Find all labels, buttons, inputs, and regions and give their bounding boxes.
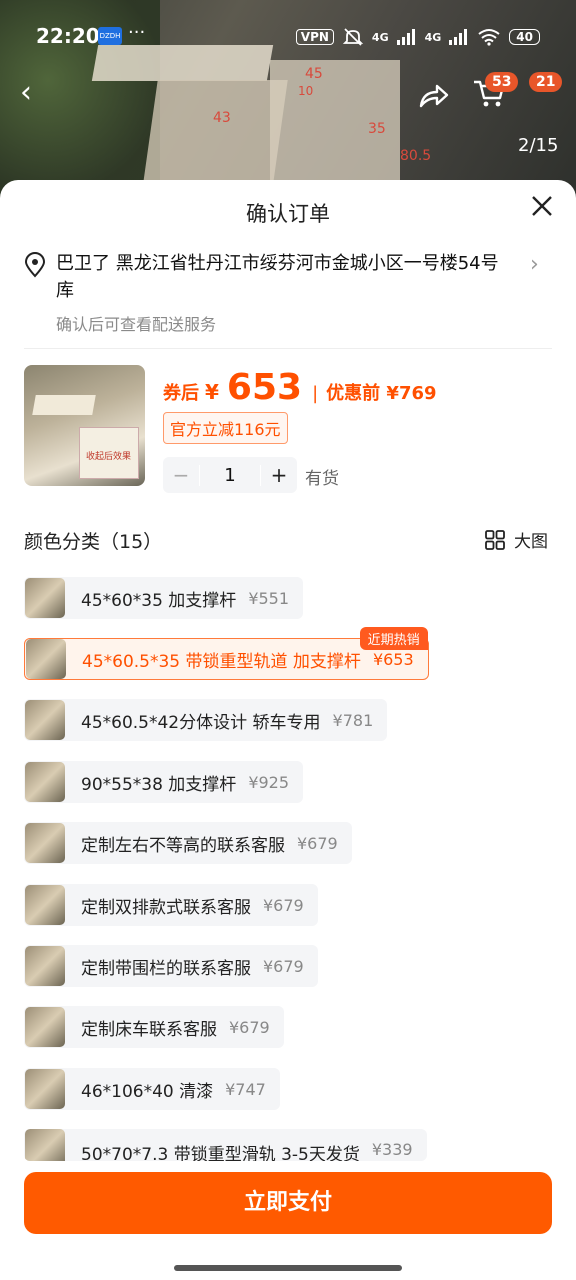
price-row: 券后 ¥ 653 | 优惠前 ¥769 <box>163 367 437 408</box>
variant-label: 90*55*38 加支撑杆 <box>81 774 237 795</box>
back-icon[interactable]: ‹ <box>20 78 50 110</box>
final-price: 653 <box>226 367 303 408</box>
dimension-label: 43 <box>213 110 231 126</box>
delivery-address[interactable]: 巴卫了 黑龙江省牡丹江市绥芬河市金城小区一号楼54号库 <box>56 250 506 304</box>
divider <box>24 348 552 349</box>
home-indicator[interactable] <box>174 1265 402 1271</box>
variant-label: 45*60.5*35 带锁重型轨道 加支撑杆 <box>82 651 361 672</box>
big-view-button[interactable]: 大图 <box>484 527 548 552</box>
variant-price: ¥339 <box>371 1140 413 1159</box>
status-time: 22:20 <box>36 24 100 48</box>
price-separator: | <box>312 383 319 404</box>
variant-price: ¥551 <box>248 588 290 608</box>
variant-thumbnail <box>25 1129 65 1161</box>
delivery-note: 确认后可查看配送服务 <box>56 315 217 334</box>
variant-label: 定制带围栏的联系客服 <box>81 958 251 979</box>
variant-price: ¥925 <box>248 772 290 792</box>
decrease-button[interactable]: − <box>163 463 199 487</box>
variant-price: ¥679 <box>263 956 304 976</box>
variant-thumbnail <box>25 1069 65 1109</box>
order-sheet: 确认订单 巴卫了 黑龙江省牡丹江市绥芬河市金城小区一号楼54号库 › 确认后可查… <box>0 180 576 1280</box>
status-indicators: VPN 4G 4G 40 <box>295 27 540 47</box>
thumb-table <box>32 395 96 415</box>
variant-option[interactable]: 50*70*7.3 带锁重型滑轨 3-5天发货 ¥339 <box>24 1129 427 1161</box>
quantity-stepper: − 1 + <box>163 457 297 493</box>
variant-thumbnail <box>25 946 65 986</box>
big-view-label: 大图 <box>514 532 548 552</box>
increase-button[interactable]: + <box>261 463 297 487</box>
variant-price: ¥747 <box>225 1079 266 1099</box>
signal-4g-icon: 4G <box>424 30 442 44</box>
location-pin-icon <box>24 252 46 278</box>
variant-thumbnail <box>25 700 65 740</box>
variant-option-selected[interactable]: 45*60.5*35 带锁重型轨道 加支撑杆 ¥653 近期热销 <box>24 627 429 680</box>
variant-label: 45*60.5*42分体设计 轿车专用 <box>81 712 321 733</box>
variant-price: ¥679 <box>263 895 304 915</box>
hot-sale-badge: 近期热销 <box>359 627 428 650</box>
quantity-value[interactable]: 1 <box>199 464 261 486</box>
battery-icon: 40 <box>509 29 540 45</box>
variant-label: 定制双排款式联系客服 <box>81 897 251 918</box>
dimension-label: 80.5 <box>400 148 432 164</box>
message-count-badge: 21 <box>529 72 563 92</box>
sheet-title: 确认订单 <box>246 202 330 226</box>
variant-label: 定制左右不等高的联系客服 <box>81 835 285 856</box>
variant-thumbnail <box>25 823 65 863</box>
cart-count-badge: 53 <box>485 72 519 92</box>
mute-icon <box>342 28 364 46</box>
app-notification-icon: DZDH <box>98 27 122 45</box>
pay-now-button[interactable]: 立即支付 <box>24 1172 552 1234</box>
variant-label: 45*60*35 加支撑杆 <box>81 590 237 611</box>
variant-price: ¥653 <box>372 649 414 669</box>
variant-price: ¥679 <box>297 833 338 853</box>
variant-option[interactable]: 90*55*38 加支撑杆 ¥925 <box>24 761 304 803</box>
variant-thumbnail <box>25 578 65 618</box>
variant-option[interactable]: 定制左右不等高的联系客服 ¥679 <box>24 822 352 864</box>
stock-status: 有货 <box>305 469 339 489</box>
dimension-label: 35 <box>368 121 386 137</box>
variant-option[interactable]: 定制带围栏的联系客服 ¥679 <box>24 945 318 987</box>
photo-box-left <box>142 80 288 190</box>
more-notifications-icon: ··· <box>128 22 146 43</box>
variant-section-title: 颜色分类（15） <box>24 531 163 553</box>
price-prefix: 券后 <box>163 383 199 404</box>
variant-thumbnail <box>26 639 66 679</box>
status-bar: 22:20 DZDH ··· VPN 4G 4G 40 <box>0 0 576 74</box>
vpn-icon: VPN <box>295 29 334 45</box>
thumb-caption: 收起后效果 <box>86 452 132 462</box>
original-price: 优惠前 ¥769 <box>326 383 437 404</box>
variant-price: ¥679 <box>229 1017 270 1037</box>
chevron-right-icon[interactable]: › <box>530 252 539 277</box>
variant-thumbnail <box>25 1007 65 1047</box>
product-thumbnail[interactable]: 收起后效果 <box>24 365 145 486</box>
variant-label: 定制床车联系客服 <box>81 1019 217 1040</box>
currency-symbol: ¥ <box>205 380 219 404</box>
variant-option[interactable]: 定制双排款式联系客服 ¥679 <box>24 884 318 926</box>
variant-option[interactable]: 46*106*40 清漆 ¥747 <box>24 1068 280 1110</box>
variant-option[interactable]: 45*60*35 加支撑杆 ¥551 <box>24 577 304 619</box>
signal-bars-icon <box>396 29 415 45</box>
signal-bars-icon <box>449 29 468 45</box>
variant-label: 46*106*40 清漆 <box>81 1081 214 1102</box>
coupon-badge: 官方立减116元 <box>163 412 288 444</box>
grid-icon <box>485 529 505 550</box>
variant-thumbnail <box>25 762 65 802</box>
wifi-icon <box>478 29 500 46</box>
share-icon[interactable] <box>415 78 451 114</box>
variant-label: 50*70*7.3 带锁重型滑轨 3-5天发货 <box>81 1145 360 1161</box>
variant-price: ¥781 <box>332 710 374 730</box>
variant-thumbnail <box>25 885 65 925</box>
dimension-label: 10 <box>298 84 314 98</box>
close-icon[interactable] <box>528 192 556 220</box>
variant-option[interactable]: 45*60.5*42分体设计 轿车专用 ¥781 <box>24 699 388 741</box>
photo-index: 2/15 <box>518 135 559 156</box>
signal-4g-icon: 4G <box>371 30 389 44</box>
variant-option[interactable]: 定制床车联系客服 ¥679 <box>24 1006 284 1048</box>
